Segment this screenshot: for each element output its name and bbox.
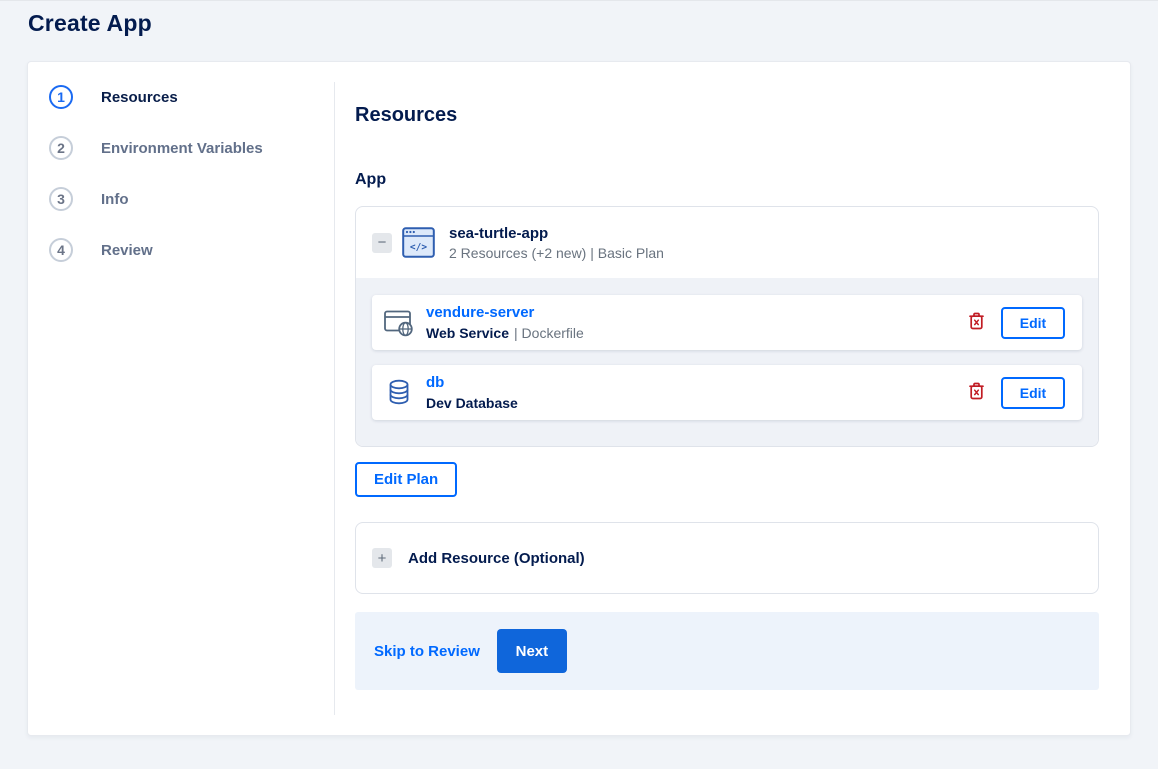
code-window-icon: </> xyxy=(402,227,435,258)
app-card: − </> sea-turtle-app 2 Resources (+2 new… xyxy=(355,206,1099,447)
delete-resource-button[interactable] xyxy=(966,380,987,405)
app-section-label: App xyxy=(355,171,387,188)
step-info[interactable]: 3 Info xyxy=(49,187,334,211)
step-label: Resources xyxy=(101,88,178,106)
step-number-circle: 2 xyxy=(49,136,73,160)
create-app-card: 1 Resources 2 Environment Variables 3 In… xyxy=(27,61,1131,736)
collapse-button[interactable]: − xyxy=(372,232,392,253)
app-titles: sea-turtle-app 2 Resources (+2 new) | Ba… xyxy=(449,225,664,261)
wizard-footer: Skip to Review Next xyxy=(355,612,1099,690)
app-resources-list: vendure-server Web Service| Dockerfile xyxy=(356,278,1098,446)
content-heading: Resources xyxy=(355,104,458,126)
expand-add-resource-button[interactable]: + xyxy=(372,548,392,568)
trash-icon xyxy=(968,312,985,333)
database-icon xyxy=(384,379,414,407)
app-summary: 2 Resources (+2 new) | Basic Plan xyxy=(449,244,664,261)
resource-row-db: db Dev Database Edit xyxy=(372,365,1082,420)
wizard-stepper: 1 Resources 2 Environment Variables 3 In… xyxy=(28,62,334,735)
resource-type: Web Service xyxy=(426,325,510,341)
resource-name-link[interactable]: db xyxy=(426,374,444,391)
step-label: Review xyxy=(101,241,153,259)
app-card-header: − </> sea-turtle-app 2 Resources (+2 new… xyxy=(356,207,1098,278)
page-title: Create App xyxy=(28,10,152,36)
step-number-circle: 1 xyxy=(49,85,73,109)
svg-text:</>: </> xyxy=(410,242,427,253)
step-environment-variables[interactable]: 2 Environment Variables xyxy=(49,136,334,160)
step-review[interactable]: 4 Review xyxy=(49,238,334,262)
step-label: Environment Variables xyxy=(101,139,263,157)
step-number-circle: 3 xyxy=(49,187,73,211)
resource-subtitle: Web Service | Dockerfile xyxy=(426,325,584,341)
resource-detail: | Dockerfile xyxy=(514,325,584,341)
next-button[interactable]: Next xyxy=(496,629,567,673)
skip-to-review-link[interactable]: Skip to Review xyxy=(372,643,482,660)
trash-icon xyxy=(968,382,985,403)
edit-plan-button[interactable]: Edit Plan xyxy=(355,462,458,497)
resource-type: Dev Database xyxy=(426,395,518,411)
step-number-circle: 4 xyxy=(49,238,73,262)
step-resources[interactable]: 1 Resources xyxy=(49,85,334,109)
resource-name-link[interactable]: vendure-server xyxy=(426,304,534,321)
delete-resource-button[interactable] xyxy=(966,310,987,335)
resource-text: vendure-server Web Service | Dockerfile xyxy=(426,304,584,341)
web-service-icon xyxy=(384,309,414,337)
step-content: Resources App − </> sea-turtle-app 2 Res… xyxy=(335,62,1130,735)
resource-text: db Dev Database xyxy=(426,374,523,411)
resource-row-vendure-server: vendure-server Web Service| Dockerfile xyxy=(372,295,1082,350)
edit-resource-button[interactable]: Edit xyxy=(1001,306,1065,339)
step-label: Info xyxy=(101,190,129,208)
edit-resource-button[interactable]: Edit xyxy=(1001,376,1065,409)
app-name: sea-turtle-app xyxy=(449,224,549,242)
add-resource-section[interactable]: + Add Resource (Optional) xyxy=(355,522,1099,594)
resource-subtitle: Dev Database xyxy=(426,395,523,411)
add-resource-label: Add Resource (Optional) xyxy=(408,549,585,567)
